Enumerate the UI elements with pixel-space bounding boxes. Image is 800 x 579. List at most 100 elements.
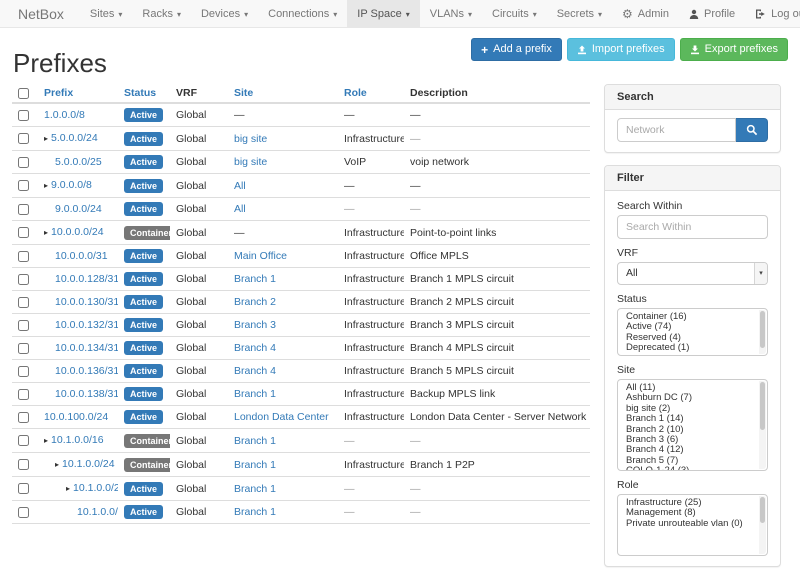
prefix-link[interactable]: 10.0.0.0/31	[55, 250, 108, 262]
site-scrollbar[interactable]	[759, 381, 766, 469]
site-link[interactable]: All	[234, 203, 246, 215]
site-link[interactable]: Branch 4	[234, 365, 276, 377]
status-listbox[interactable]: Container (16)Active (74)Reserved (4)Dep…	[617, 308, 768, 356]
import-prefixes-button[interactable]: Import prefixes	[567, 38, 675, 61]
site-link[interactable]: All	[234, 180, 246, 192]
site-link[interactable]: Main Office	[234, 250, 287, 262]
brand-logo[interactable]: NetBox	[0, 0, 80, 27]
admin-link[interactable]: ⚙ Admin	[612, 0, 679, 27]
prefix-link[interactable]: 10.0.0.138/31	[55, 388, 118, 400]
nav-item-ip-space[interactable]: IP Space▾	[347, 0, 419, 27]
prefix-link[interactable]: 10.0.0.128/31	[55, 273, 118, 285]
prefix-link[interactable]: 10.0.0.0/24	[51, 226, 104, 238]
sort-prefix-link[interactable]: Prefix	[44, 87, 73, 99]
export-prefixes-button[interactable]: Export prefixes	[680, 38, 788, 61]
profile-link[interactable]: Profile	[679, 0, 745, 27]
prefix-link[interactable]: 10.1.0.0/16	[51, 434, 104, 446]
site-cell: Branch 4	[228, 360, 338, 383]
expand-caret-icon[interactable]: ▸	[55, 458, 59, 472]
row-checkbox[interactable]	[18, 157, 29, 168]
nav-item-racks[interactable]: Racks▾	[132, 0, 191, 27]
role-option[interactable]: Management (8)	[618, 508, 767, 518]
row-checkbox[interactable]	[18, 251, 29, 262]
site-link[interactable]: Branch 2	[234, 296, 276, 308]
search-within-input[interactable]	[617, 215, 768, 239]
site-link[interactable]: Branch 1	[234, 459, 276, 471]
site-listbox[interactable]: All (11)Ashburn DC (7)big site (2)Branch…	[617, 379, 768, 471]
site-link[interactable]: Branch 4	[234, 342, 276, 354]
status-option[interactable]: Deprecated (1)	[618, 343, 767, 353]
nav-item-devices[interactable]: Devices▾	[191, 0, 258, 27]
site-link[interactable]: Branch 1	[234, 388, 276, 400]
status-cell: Container	[118, 221, 170, 245]
row-checkbox[interactable]	[18, 133, 29, 144]
row-checkbox[interactable]	[18, 180, 29, 191]
prefix-link[interactable]: 9.0.0.0/8	[51, 179, 92, 191]
role-filter-label: Role	[617, 479, 768, 491]
site-link[interactable]: Branch 1	[234, 506, 276, 518]
table-row: ▸9.0.0.0/8ActiveGlobalAll——	[12, 174, 590, 198]
row-checkbox[interactable]	[18, 320, 29, 331]
row-checkbox[interactable]	[18, 274, 29, 285]
row-checkbox[interactable]	[18, 483, 29, 494]
site-link[interactable]: Branch 3	[234, 319, 276, 331]
row-checkbox[interactable]	[18, 412, 29, 423]
prefix-link[interactable]: 10.0.0.132/31	[55, 319, 118, 331]
row-checkbox[interactable]	[18, 389, 29, 400]
expand-caret-icon[interactable]: ▸	[44, 226, 48, 240]
expand-caret-icon[interactable]: ▸	[44, 179, 48, 193]
prefix-link[interactable]: 10.0.0.130/31	[55, 296, 118, 308]
status-scrollbar[interactable]	[759, 310, 766, 354]
role-option[interactable]: Private unrouteable vlan (0)	[618, 519, 767, 529]
site-link[interactable]: big site	[234, 133, 267, 145]
site-link[interactable]: Branch 1	[234, 435, 276, 447]
prefix-link[interactable]: 9.0.0.0/24	[55, 203, 102, 215]
prefix-link[interactable]: 5.0.0.0/25	[55, 156, 102, 168]
search-input[interactable]	[617, 118, 736, 142]
prefix-link[interactable]: 10.1.0.0/25	[73, 482, 118, 494]
role-listbox[interactable]: Infrastructure (25)Management (8)Private…	[617, 494, 768, 556]
add-prefix-button[interactable]: + Add a prefix	[471, 38, 562, 61]
nav-item-connections[interactable]: Connections▾	[258, 0, 347, 27]
prefix-link[interactable]: 10.0.100.0/24	[44, 411, 108, 423]
search-button[interactable]	[736, 118, 768, 142]
sort-role-link[interactable]: Role	[344, 87, 367, 99]
logout-link[interactable]: Log out	[745, 0, 800, 27]
vrf-select[interactable]: All ▾	[617, 262, 768, 285]
nav-item-secrets[interactable]: Secrets▾	[547, 0, 612, 27]
row-checkbox[interactable]	[18, 110, 29, 121]
row-checkbox[interactable]	[18, 297, 29, 308]
row-checkbox[interactable]	[18, 459, 29, 470]
row-checkbox[interactable]	[18, 366, 29, 377]
nav-item-sites[interactable]: Sites▾	[80, 0, 132, 27]
site-link[interactable]: big site	[234, 156, 267, 168]
expand-caret-icon[interactable]: ▸	[44, 132, 48, 146]
site-option[interactable]: Branch 1 (14)	[618, 414, 767, 424]
status-cell: Active	[118, 127, 170, 151]
expand-caret-icon[interactable]: ▸	[66, 482, 70, 496]
nav-item-circuits[interactable]: Circuits▾	[482, 0, 547, 27]
prefix-link[interactable]: 10.0.0.136/31	[55, 365, 118, 377]
nav-item-vlans[interactable]: VLANs▾	[420, 0, 482, 27]
row-checkbox[interactable]	[18, 435, 29, 446]
site-link[interactable]: Branch 1	[234, 273, 276, 285]
site-link[interactable]: London Data Center	[234, 411, 329, 423]
prefix-link[interactable]: 5.0.0.0/24	[51, 132, 98, 144]
site-link[interactable]: Branch 1	[234, 483, 276, 495]
sort-site-link[interactable]: Site	[234, 87, 253, 99]
site-option[interactable]: COLO-1-24 (3)	[618, 466, 767, 471]
table-row: 1.0.0.0/8ActiveGlobal———	[12, 103, 590, 127]
prefix-link[interactable]: 10.1.0.0/24	[62, 458, 115, 470]
row-checkbox[interactable]	[18, 343, 29, 354]
prefix-link[interactable]: 10.1.0.0/26	[77, 506, 118, 518]
prefix-link[interactable]: 10.0.0.134/31	[55, 342, 118, 354]
row-checkbox[interactable]	[18, 204, 29, 215]
expand-caret-icon[interactable]: ▸	[44, 434, 48, 448]
row-checkbox[interactable]	[18, 227, 29, 238]
vrf-cell: Global	[170, 127, 228, 151]
select-all-checkbox[interactable]	[18, 88, 29, 99]
prefix-link[interactable]: 1.0.0.0/8	[44, 109, 85, 121]
role-scrollbar[interactable]	[759, 496, 766, 554]
row-checkbox[interactable]	[18, 507, 29, 518]
sort-status-link[interactable]: Status	[124, 87, 156, 99]
